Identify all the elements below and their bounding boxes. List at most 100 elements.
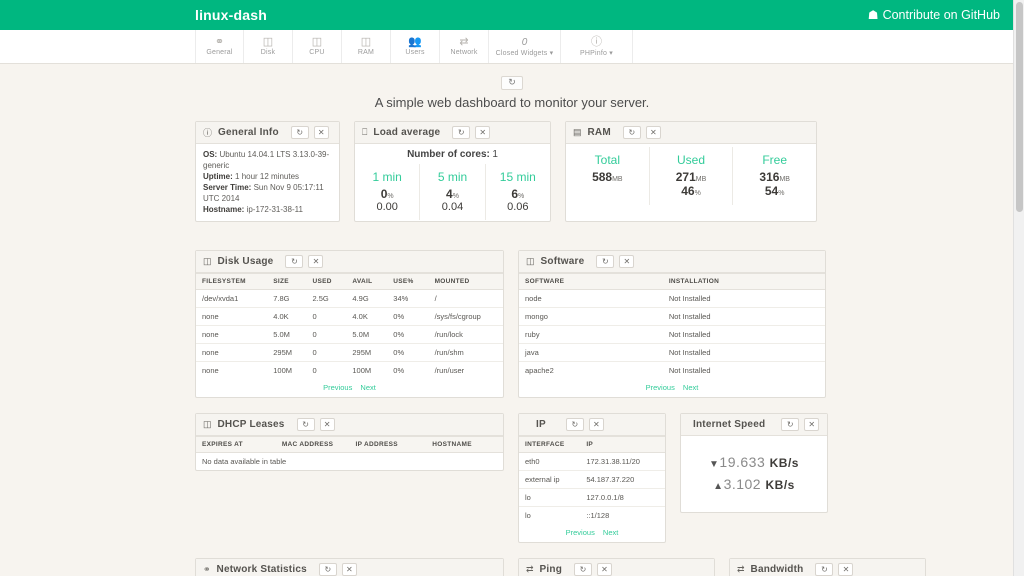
cell: /run/user bbox=[434, 366, 465, 375]
tab-general[interactable]: ⚭ General bbox=[195, 30, 244, 63]
close-icon[interactable]: ✕ bbox=[645, 126, 661, 139]
refresh-icon[interactable]: ↻ bbox=[596, 255, 615, 268]
tab-closed-widgets[interactable]: 0 Closed Widgets ▾ bbox=[489, 30, 561, 63]
cell: Not Installed bbox=[668, 366, 711, 375]
refresh-icon[interactable]: ↻ bbox=[318, 563, 337, 576]
stat-value: 0.04 bbox=[441, 201, 464, 213]
tab-phpinfo[interactable]: ⓘ PHPinfo ▾ bbox=[561, 30, 633, 63]
empty-state-text: No data available in table bbox=[202, 457, 287, 466]
upload-icon: ▲ bbox=[713, 481, 724, 492]
table-row: ruby Not Installed bbox=[519, 325, 825, 344]
stat-percent: 6% bbox=[511, 187, 525, 201]
tab-users[interactable]: 👥 Users bbox=[391, 30, 440, 63]
download-speed: ▼19.633 KB/s bbox=[709, 454, 799, 470]
cell: apache2 bbox=[525, 366, 554, 375]
dashboard-icon: ⚭ bbox=[214, 36, 225, 48]
widget-ram: ▤ RAM ↻ ✕ Total 588MB Used 271MB 46% Fre… bbox=[565, 121, 817, 222]
refresh-icon[interactable]: ↻ bbox=[815, 563, 834, 576]
widget-row-4: ⚭ Network Statistics ↻ ✕ NUMBER OF CONNE… bbox=[0, 558, 1024, 576]
panel-title: Software bbox=[540, 256, 585, 267]
next-page-link[interactable]: Next bbox=[360, 383, 375, 392]
panel-header: ◫ DHCP Leases ↻ ✕ bbox=[196, 414, 503, 436]
tab-label: General bbox=[206, 49, 233, 56]
previous-page-link[interactable]: Previous bbox=[646, 383, 675, 392]
exchange-icon: ⇄ bbox=[459, 36, 469, 48]
close-icon[interactable]: ✕ bbox=[313, 126, 329, 139]
software-table: SOFTWARE INSTALLATION node Not Installed… bbox=[519, 273, 825, 379]
close-icon[interactable]: ✕ bbox=[838, 563, 854, 576]
cell: 2.5G bbox=[306, 289, 347, 308]
cell: / bbox=[428, 289, 503, 308]
column-header: IP ADDRESS bbox=[349, 436, 427, 453]
table-row: lo 127.0.0.1/8 bbox=[519, 488, 665, 507]
refresh-icon[interactable]: ↻ bbox=[574, 563, 593, 576]
list-icon: ◫ bbox=[526, 256, 535, 266]
panel-header: ⇄ Ping ↻ ✕ bbox=[519, 559, 714, 576]
cell: ::1/128 bbox=[586, 511, 610, 520]
refresh-icon[interactable]: ↻ bbox=[285, 255, 304, 268]
refresh-icon[interactable]: ↻ bbox=[781, 418, 800, 431]
close-icon[interactable]: ✕ bbox=[308, 255, 324, 268]
cell: 0% bbox=[387, 307, 429, 326]
cell: 0% bbox=[387, 343, 429, 362]
table-row: external ip 54.187.37.220 bbox=[519, 470, 665, 489]
refresh-icon[interactable]: ↻ bbox=[452, 126, 471, 139]
close-icon[interactable]: ✕ bbox=[341, 563, 357, 576]
column-header: MAC ADDRESS bbox=[275, 436, 350, 453]
pagination: Previous Next bbox=[519, 379, 825, 397]
stat-value: 0.06 bbox=[507, 201, 529, 213]
stat-label: 15 min bbox=[499, 170, 536, 184]
next-page-link[interactable]: Next bbox=[603, 528, 618, 537]
refresh-icon[interactable]: ↻ bbox=[622, 126, 641, 139]
table-header-row: INTERFACE IP bbox=[519, 436, 665, 453]
page-tagline: A simple web dashboard to monitor your s… bbox=[374, 95, 650, 110]
scrollbar-thumb[interactable] bbox=[1016, 2, 1023, 212]
exchange-icon: ⇄ bbox=[526, 564, 534, 574]
refresh-icon[interactable]: ↻ bbox=[296, 418, 315, 431]
previous-page-link[interactable]: Previous bbox=[323, 383, 352, 392]
contribute-on-github-link[interactable]: ☗ Contribute on GitHub bbox=[868, 8, 1012, 22]
dhcp-leases-table: EXPIRES AT MAC ADDRESS IP ADDRESS HOSTNA… bbox=[196, 436, 503, 470]
previous-page-link[interactable]: Previous bbox=[566, 528, 595, 537]
close-icon[interactable]: ✕ bbox=[475, 126, 491, 139]
tab-label: Network bbox=[450, 49, 478, 56]
github-icon: ☗ bbox=[867, 8, 879, 22]
list-icon: ◫ bbox=[311, 36, 323, 48]
global-refresh-button[interactable]: ↻ bbox=[501, 75, 523, 90]
close-icon[interactable]: ✕ bbox=[804, 418, 820, 431]
tab-network[interactable]: ⇄ Network bbox=[440, 30, 489, 63]
github-link-label: Contribute on GitHub bbox=[882, 8, 1000, 22]
refresh-icon[interactable]: ↻ bbox=[290, 126, 309, 139]
stat-label: 5 min bbox=[437, 170, 468, 184]
panel-header: ▤ RAM ↻ ✕ bbox=[566, 122, 816, 144]
table-header-row: FILESYSTEM SIZE USED AVAIL USE% MOUNTED bbox=[196, 273, 503, 290]
cell: 0% bbox=[393, 366, 405, 375]
panel-header: ⚭ Network Statistics ↻ ✕ bbox=[196, 559, 503, 576]
column-header: USE% bbox=[387, 273, 429, 290]
list-item: Hostname: ip-172-31-38-11 bbox=[203, 205, 303, 214]
load-column-15min: 15 min 6% 0.06 bbox=[486, 164, 550, 220]
close-icon[interactable]: ✕ bbox=[597, 563, 613, 576]
refresh-icon[interactable]: ↻ bbox=[565, 418, 584, 431]
cell: 0 bbox=[312, 366, 317, 375]
tab-disk[interactable]: ◫ Disk bbox=[244, 30, 293, 63]
table-row: none 5.0M 0 5.0M 0% /run/lock bbox=[196, 325, 503, 344]
stat-percent: 54% bbox=[764, 184, 785, 198]
disk-usage-table: FILESYSTEM SIZE USED AVAIL USE% MOUNTED … bbox=[196, 273, 503, 379]
table-row: none 100M 0 100M 0% /run/user bbox=[196, 362, 503, 380]
close-icon[interactable]: ✕ bbox=[319, 418, 335, 431]
close-icon[interactable]: ✕ bbox=[588, 418, 604, 431]
cell: 0 bbox=[306, 343, 347, 362]
vertical-scrollbar[interactable] bbox=[1013, 0, 1024, 576]
table-row: lo ::1/128 bbox=[519, 507, 665, 525]
tab-ram[interactable]: ◫ RAM bbox=[342, 30, 391, 63]
next-page-link[interactable]: Next bbox=[683, 383, 698, 392]
cell: lo bbox=[525, 511, 531, 520]
close-icon[interactable]: ✕ bbox=[619, 255, 635, 268]
panel-header: IP ↻ ✕ bbox=[519, 414, 665, 436]
table-row: /dev/xvda1 7.8G 2.5G 4.9G 34% / bbox=[196, 289, 503, 308]
column-header: SIZE bbox=[267, 273, 307, 290]
tab-cpu[interactable]: ◫ CPU bbox=[293, 30, 342, 63]
cell: Not Installed bbox=[662, 307, 825, 326]
pagination: Previous Next bbox=[519, 524, 665, 542]
